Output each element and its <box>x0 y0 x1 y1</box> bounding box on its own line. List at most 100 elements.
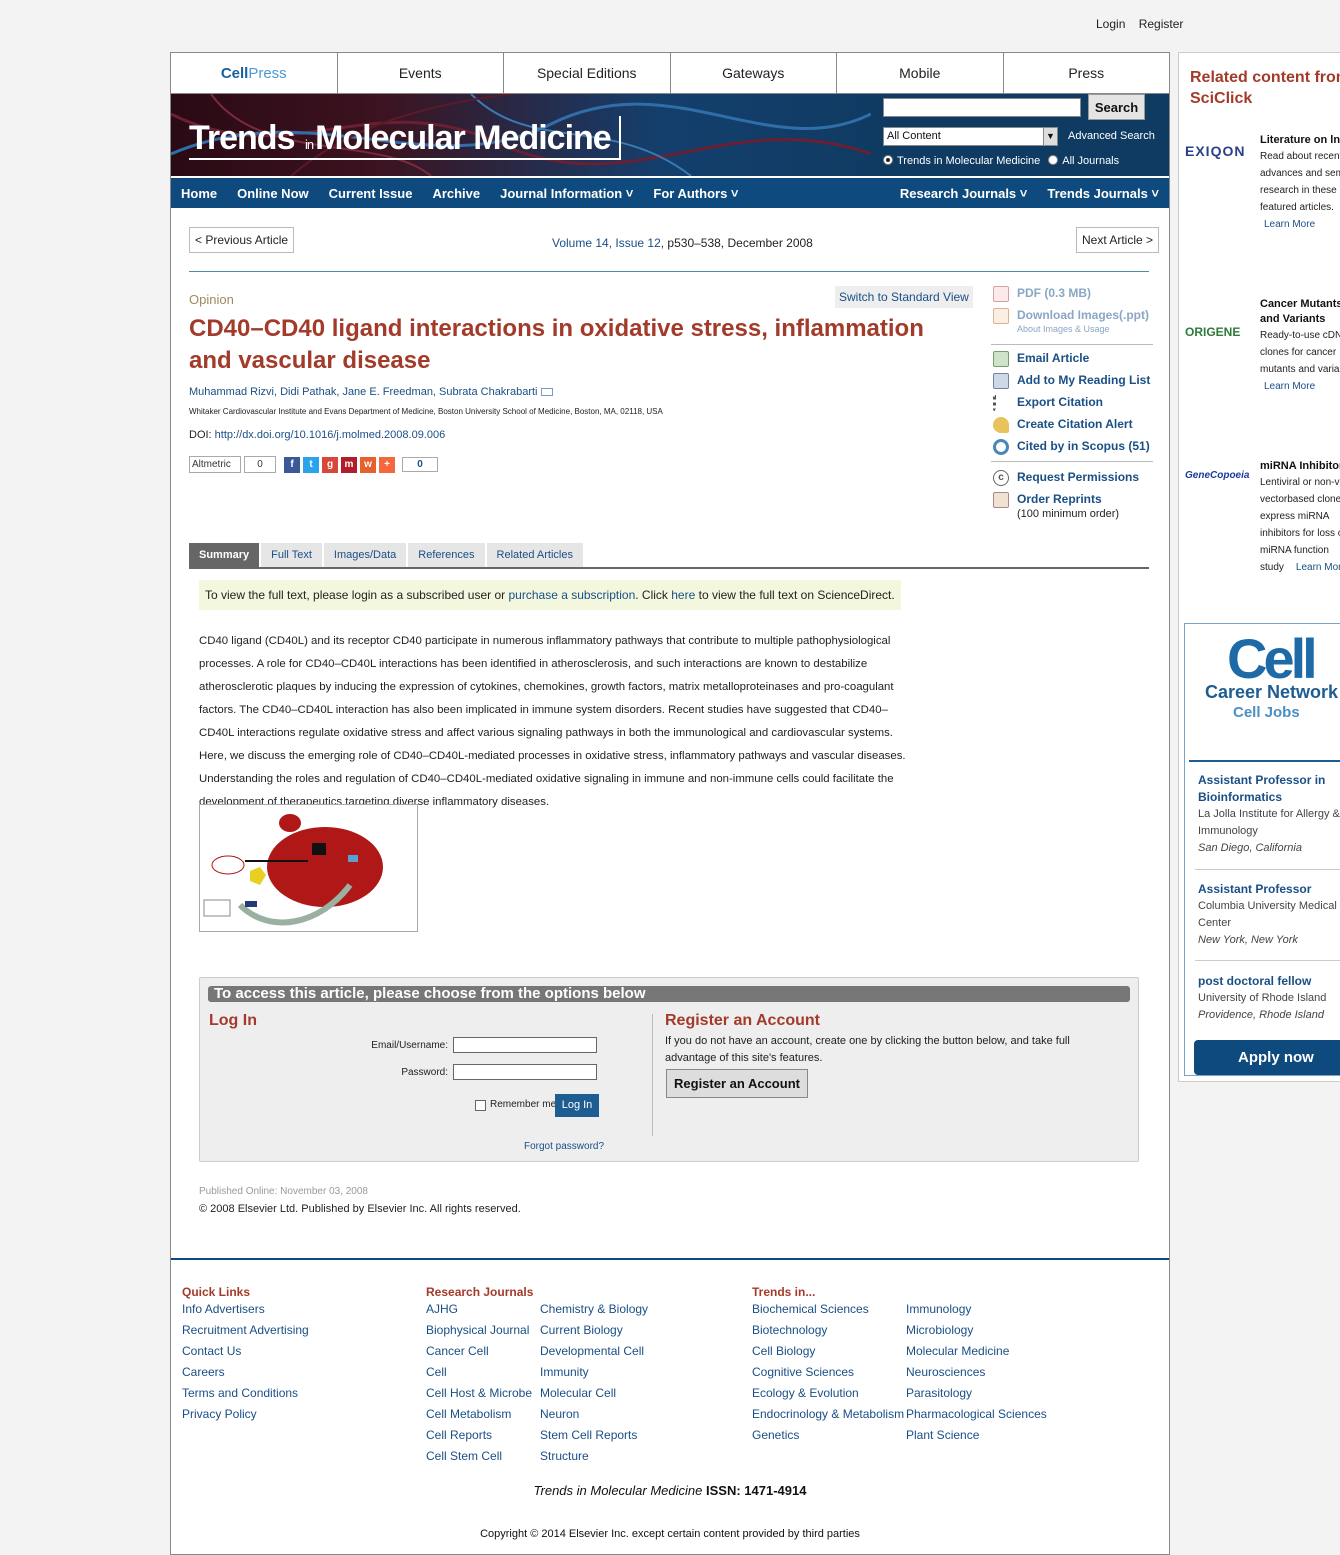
footer-link[interactable]: Cell Stem Cell <box>426 1446 532 1467</box>
footer-link[interactable]: Contact Us <box>182 1341 309 1362</box>
job-listing[interactable]: Assistant Professor Columbia University … <box>1198 881 1340 949</box>
tab-related-articles[interactable]: Related Articles <box>486 543 583 567</box>
job-listing[interactable]: Assistant Professor in Bioinformatics La… <box>1198 772 1340 857</box>
forgot-password-link[interactable]: Forgot password? <box>524 1141 604 1152</box>
footer-link[interactable]: Immunology <box>906 1299 1047 1320</box>
footer-link[interactable]: Current Biology <box>540 1320 648 1341</box>
footer-link[interactable]: Parasitology <box>906 1383 1047 1404</box>
footer-link[interactable]: Terms and Conditions <box>182 1383 309 1404</box>
nav-press[interactable]: Press <box>1004 53 1170 93</box>
password-field[interactable] <box>453 1064 597 1080</box>
request-permissions-link[interactable]: c Request Permissions <box>993 470 1153 486</box>
footer-link[interactable]: Cell Metabolism <box>426 1404 532 1425</box>
footer-link[interactable]: Cell Host & Microbe <box>426 1383 532 1404</box>
footer-link[interactable]: Biophysical Journal <box>426 1320 532 1341</box>
footer-link[interactable]: Structure <box>540 1446 648 1467</box>
order-reprints-link[interactable]: Order Reprints <box>993 492 1153 508</box>
footer-link[interactable]: AJHG <box>426 1299 532 1320</box>
footer-link[interactable]: Cell Biology <box>752 1341 904 1362</box>
footer-link[interactable]: Pharmacological Sciences <box>906 1404 1047 1425</box>
nav-current-issue[interactable]: Current Issue <box>329 186 413 201</box>
previous-article-button[interactable]: < Previous Article <box>189 227 295 253</box>
add-share-icon[interactable]: + <box>379 456 395 473</box>
footer-link[interactable]: Microbiology <box>906 1320 1047 1341</box>
weibo-icon[interactable]: w <box>360 456 376 473</box>
login-button[interactable]: Log In <box>555 1094 599 1117</box>
footer-link[interactable]: Neuron <box>540 1404 648 1425</box>
journal-title-logo[interactable]: Trends inMolecular Medicine <box>189 116 621 160</box>
doi-link[interactable]: http://dx.doi.org/10.1016/j.molmed.2008.… <box>215 429 446 441</box>
volume-link[interactable]: Volume 14, Issue 12 <box>552 236 661 250</box>
footer-link[interactable]: Molecular Medicine <box>906 1341 1047 1362</box>
nav-journal-information[interactable]: Journal Information ˅ <box>500 186 633 201</box>
purchase-subscription-link[interactable]: purchase a subscription <box>509 588 636 602</box>
email-article-link[interactable]: Email Article <box>993 351 1153 367</box>
pdf-link[interactable]: PDF (0.3 MB) <box>993 286 1153 302</box>
switch-view-button[interactable]: Switch to Standard View <box>835 286 973 308</box>
footer-link[interactable]: Immunity <box>540 1362 648 1383</box>
nav-events[interactable]: Events <box>338 53 504 93</box>
footer-link[interactable]: Cell <box>426 1362 532 1383</box>
footer-link[interactable]: Ecology & Evolution <box>752 1383 904 1404</box>
download-images-link[interactable]: Download Images(.ppt) <box>993 308 1153 324</box>
google-plus-icon[interactable]: g <box>322 456 338 473</box>
footer-link[interactable]: Neurosciences <box>906 1362 1047 1383</box>
learn-more-link[interactable]: Learn More <box>1296 562 1340 573</box>
footer-link[interactable]: Plant Science <box>906 1425 1047 1446</box>
tab-references[interactable]: References <box>408 543 485 567</box>
nav-trends-journals[interactable]: Trends Journals ˅ <box>1047 186 1159 201</box>
footer-link[interactable]: Cell Reports <box>426 1425 532 1446</box>
sciencedirect-here-link[interactable]: here <box>671 588 695 602</box>
advanced-search-link[interactable]: Advanced Search <box>1068 130 1155 142</box>
apply-now-button[interactable]: Apply now <box>1194 1040 1340 1075</box>
nav-mobile[interactable]: Mobile <box>837 53 1004 93</box>
footer-link[interactable]: Privacy Policy <box>182 1404 309 1425</box>
footer-link[interactable]: Cognitive Sciences <box>752 1362 904 1383</box>
footer-link[interactable]: Stem Cell Reports <box>540 1425 648 1446</box>
next-article-button[interactable]: Next Article > <box>1076 227 1160 253</box>
footer-link[interactable]: Careers <box>182 1362 309 1383</box>
learn-more-link[interactable]: Learn More <box>1264 219 1315 230</box>
footer-link[interactable]: Info Advertisers <box>182 1299 309 1320</box>
email-icon[interactable] <box>540 388 553 397</box>
nav-for-authors[interactable]: For Authors ˅ <box>653 186 738 201</box>
search-input[interactable] <box>883 98 1081 117</box>
about-images-link[interactable]: About Images & Usage <box>1017 324 1153 334</box>
nav-home[interactable]: Home <box>181 186 217 201</box>
twitter-icon[interactable]: t <box>303 456 319 473</box>
radio-all-journals[interactable]: All Journals <box>1048 155 1119 167</box>
footer-link[interactable]: Molecular Cell <box>540 1383 648 1404</box>
tab-summary[interactable]: Summary <box>189 543 260 567</box>
nav-special-editions[interactable]: Special Editions <box>504 53 671 93</box>
export-citation-link[interactable]: Export Citation <box>993 395 1153 411</box>
mendeley-icon[interactable]: m <box>341 456 357 473</box>
nav-online-now[interactable]: Online Now <box>237 186 309 201</box>
citation-alert-link[interactable]: Create Citation Alert <box>993 417 1153 433</box>
tab-full-text[interactable]: Full Text <box>261 543 322 567</box>
nav-archive[interactable]: Archive <box>432 186 480 201</box>
footer-link[interactable]: Biochemical Sciences <box>752 1299 904 1320</box>
email-field[interactable] <box>453 1037 597 1053</box>
altmetric-badge[interactable]: Altmetric <box>189 456 241 473</box>
content-select[interactable]: All Content ▼ <box>883 127 1058 146</box>
footer-link[interactable]: Chemistry & Biology <box>540 1299 648 1320</box>
register-account-button[interactable]: Register an Account <box>666 1069 808 1098</box>
learn-more-link[interactable]: Learn More <box>1264 381 1315 392</box>
job-listing[interactable]: post doctoral fellow University of Rhode… <box>1198 973 1340 1024</box>
reading-list-link[interactable]: Add to My Reading List <box>993 373 1153 389</box>
tab-images-data[interactable]: Images/Data <box>323 543 407 567</box>
register-link[interactable]: Register <box>1139 17 1184 31</box>
remember-checkbox[interactable] <box>475 1100 486 1111</box>
radio-journal[interactable]: Trends in Molecular Medicine <box>883 155 1040 167</box>
footer-link[interactable]: Cancer Cell <box>426 1341 532 1362</box>
search-button[interactable]: Search <box>1088 94 1145 120</box>
cited-by-link[interactable]: Cited by in Scopus (51) <box>993 439 1153 455</box>
graphical-abstract-thumbnail[interactable] <box>199 804 418 932</box>
footer-link[interactable]: Genetics <box>752 1425 904 1446</box>
footer-link[interactable]: Recruitment Advertising <box>182 1320 309 1341</box>
facebook-icon[interactable]: f <box>284 456 300 473</box>
cellpress-logo[interactable]: CellPress <box>171 53 338 93</box>
footer-link[interactable]: Developmental Cell <box>540 1341 648 1362</box>
footer-link[interactable]: Biotechnology <box>752 1320 904 1341</box>
login-link[interactable]: Login <box>1096 17 1125 31</box>
